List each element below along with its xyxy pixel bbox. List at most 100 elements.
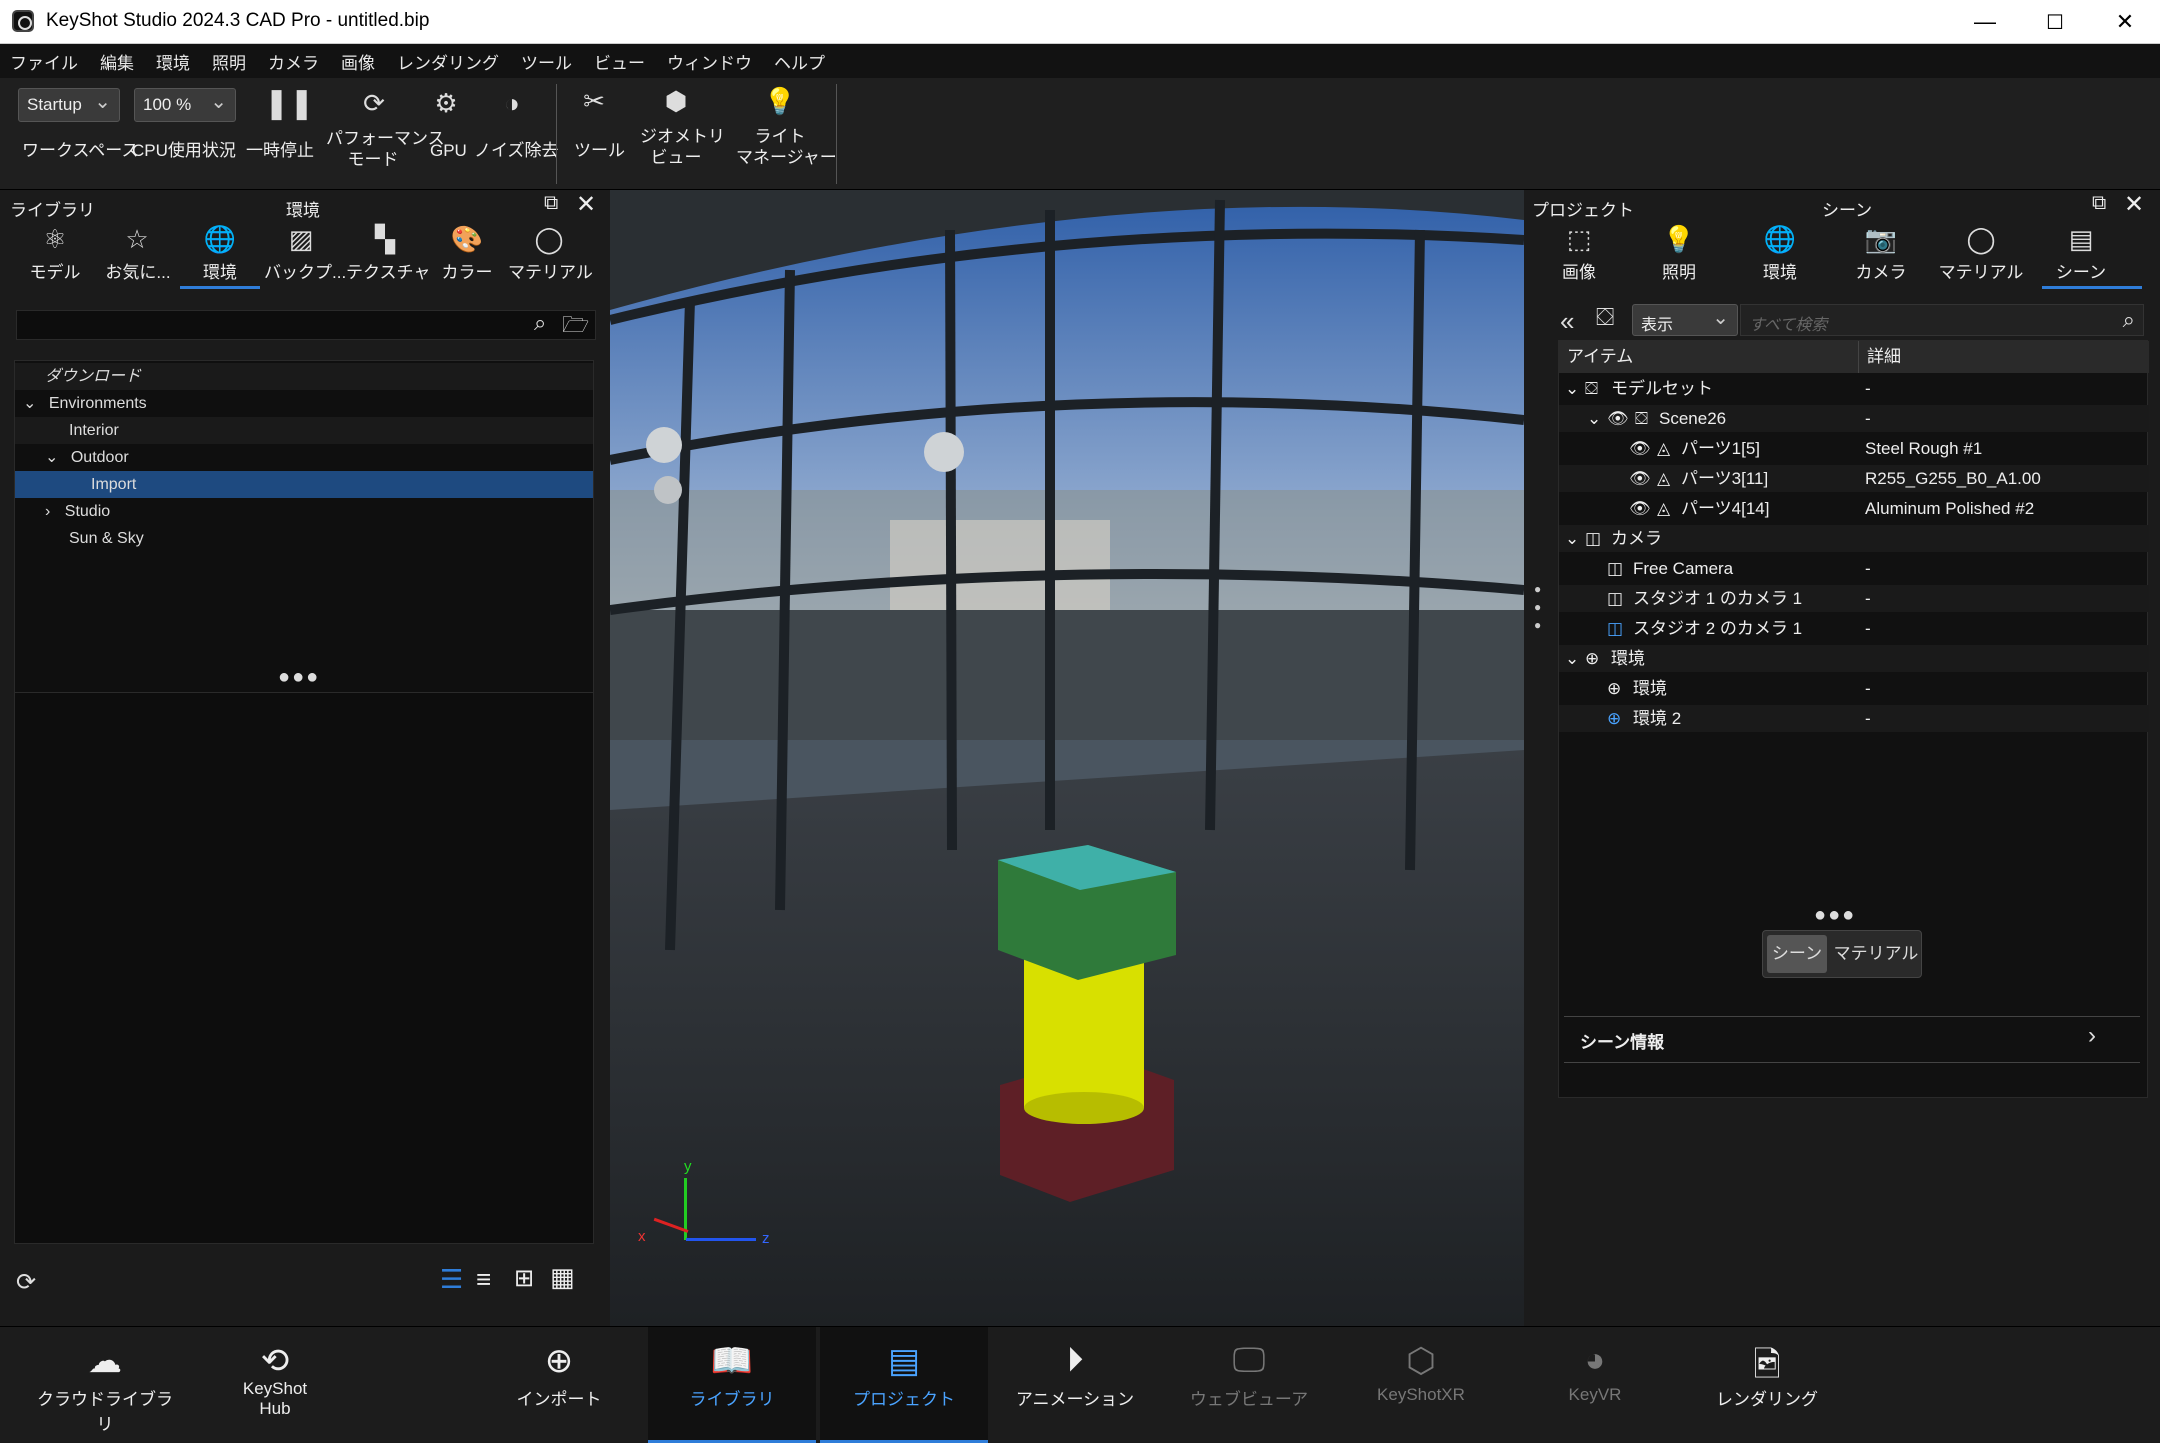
menu-lighting[interactable]: 照明 [212,49,246,74]
keyvr-button[interactable]: ◕ KeyVR [1520,1327,1670,1443]
environment-globe-icon[interactable]: 🌐 [1745,224,1815,255]
keyshotxr-button[interactable]: ⬡ KeyShotXR [1346,1327,1496,1443]
scene-row-studio2-camera[interactable]: ◫ スタジオ 2 のカメラ 1 - [1559,615,2149,642]
tools-icon[interactable]: ✂ [576,86,612,117]
light-manager-icon[interactable]: 💡 [762,86,798,117]
geometry-view-label[interactable]: ジオメトリ ビュー [640,126,725,168]
scene-row-scene26[interactable]: ⌄ 👁 ⛋ Scene26 - [1559,405,2149,432]
model-set-icon[interactable]: ⛋ [1596,304,1614,332]
scene-search-input[interactable]: すべて検索 ⌕ [1740,304,2144,336]
chevron-down-icon[interactable]: ⌄ [1565,375,1579,402]
menu-render[interactable]: レンダリング [397,49,499,74]
scene-row-studio1-camera[interactable]: ◫ スタジオ 1 のカメラ 1 - [1559,585,2149,612]
tab-lighting[interactable]: 照明 [1644,258,1714,283]
material-icon[interactable]: ◯ [1946,224,2016,255]
pause-icon[interactable]: ❚❚ [264,86,314,121]
performance-mode-icon[interactable]: ⟳ [356,88,392,119]
pause-label[interactable]: 一時停止 [246,140,314,161]
tree-item-interior[interactable]: Interior [15,417,593,444]
project-button[interactable]: ▤ プロジェクト [820,1327,988,1443]
favorites-star-icon[interactable]: ☆ [102,224,172,255]
texture-icon[interactable]: ▚ [350,224,420,255]
minimize-button[interactable]: — [1950,0,2020,44]
scene-row-part3[interactable]: 👁 ◬ パーツ3[11] R255_G255_B0_A1.00 [1559,465,2149,492]
gpu-chip-icon[interactable]: ⚙ [428,88,464,119]
chevron-down-icon[interactable]: ⌄ [1587,405,1601,432]
tab-backplate[interactable]: バックプ... [264,258,346,283]
splitter-handle[interactable]: ●●● [278,666,320,689]
menu-view[interactable]: ビュー [594,49,645,74]
eye-visibility-icon[interactable]: 👁 [1629,495,1651,522]
column-header-item[interactable]: アイテム [1559,341,1859,373]
import-button[interactable]: ⊕ インポート [484,1327,634,1443]
list-view-icon[interactable]: ☰ [440,1264,463,1295]
refresh-icon[interactable]: ⟳ [16,1268,36,1297]
library-button[interactable]: 📖 ライブラリ [648,1327,816,1443]
search-icon[interactable]: ⌕ [534,310,546,336]
scene-row-environments[interactable]: ⌄ ⊕ 環境 [1559,645,2149,672]
performance-mode-label[interactable]: パフォーマンス モード [326,128,445,170]
undock-icon[interactable]: ⧉ [544,192,558,215]
menu-tools[interactable]: ツール [521,49,572,74]
tree-item-sun-sky[interactable]: Sun & Sky [15,525,593,552]
tab-image[interactable]: 画像 [1544,258,1614,283]
color-palette-icon[interactable]: 🎨 [432,224,502,255]
search-icon[interactable]: ⌕ [2123,307,2135,333]
scene-row-cameras[interactable]: ⌄ ◫ カメラ [1559,525,2149,552]
menu-file[interactable]: ファイル [10,49,78,74]
gpu-label[interactable]: GPU [430,140,467,161]
denoise-icon[interactable]: ◑ [494,88,530,119]
workspace-select[interactable]: Startup [18,88,120,122]
web-viewer-button[interactable]: 🖵 ウェブビューア [1174,1327,1324,1443]
geometry-view-icon[interactable]: ⬢ [658,86,694,117]
tab-material[interactable]: マテリアル [508,258,593,283]
menu-environment[interactable]: 環境 [156,49,190,74]
scene-row-part4[interactable]: 👁 ◬ パーツ4[14] Aluminum Polished #2 [1559,495,2149,522]
backplate-image-icon[interactable]: ▨ [266,224,336,255]
scene-row-part1[interactable]: 👁 ◬ パーツ1[5] Steel Rough #1 [1559,435,2149,462]
large-grid-icon[interactable]: ▦ [550,1262,575,1293]
animation-button[interactable]: ⏵ アニメーション [1000,1327,1150,1443]
display-filter-select[interactable]: 表示 [1632,304,1738,336]
chevron-right-icon[interactable]: › [2088,1022,2096,1050]
image-tab-icon[interactable]: ⬚ [1544,224,1614,255]
chevron-down-icon[interactable]: ⌄ [1565,525,1579,552]
tab-environment[interactable]: 環境 [1745,258,1815,283]
scene-row-environment-2[interactable]: ⊕ 環境 2 - [1559,705,2149,732]
tab-scene[interactable]: シーン [2046,258,2116,283]
column-header-detail[interactable]: 詳細 [1859,341,2149,373]
menu-edit[interactable]: 編集 [100,49,134,74]
splitter-handle[interactable]: ●●● [1814,904,1856,927]
tree-item-import[interactable]: Import [15,471,593,498]
tab-material[interactable]: マテリアル [1938,258,2024,283]
detail-list-icon[interactable]: ≡ [476,1264,491,1295]
environment-globe-icon[interactable]: 🌐 [185,224,255,255]
scene-row-environment[interactable]: ⊕ 環境 - [1559,675,2149,702]
render-button[interactable]: 🖻 レンダリング [1692,1327,1842,1443]
menu-image[interactable]: 画像 [341,49,375,74]
lighting-bulb-icon[interactable]: 💡 [1644,224,1714,255]
undock-icon[interactable]: ⧉ [2092,192,2106,215]
tab-camera[interactable]: カメラ [1846,258,1916,283]
scene-list-icon[interactable]: ▤ [2046,224,2116,255]
cloud-library-button[interactable]: ☁ クラウドライブラリ [30,1327,180,1443]
menu-window[interactable]: ウィンドウ [667,49,752,74]
light-manager-label[interactable]: ライト マネージャー [736,126,837,168]
open-folder-icon[interactable]: 🗁 [562,308,589,346]
denoise-label[interactable]: ノイズ除去 [474,140,559,161]
material-icon[interactable]: ◯ [514,224,584,255]
tab-environment[interactable]: 環境 [185,258,255,283]
scene-info-label[interactable]: シーン情報 [1580,1028,1664,1053]
scene-row-free-camera[interactable]: ◫ Free Camera - [1559,555,2149,582]
library-search-input[interactable] [16,310,596,340]
menu-camera[interactable]: カメラ [268,49,319,74]
tree-item-environments[interactable]: ⌄ Environments [15,390,593,417]
tree-item-outdoor[interactable]: ⌄ Outdoor [15,444,593,471]
tree-item-download[interactable]: ダウンロード [15,363,593,390]
tab-texture[interactable]: テクスチャ [346,258,430,283]
chevron-right-icon[interactable]: › [45,503,50,520]
keyshot-hub-button[interactable]: ⟲ KeyShot Hub [200,1327,350,1443]
menu-help[interactable]: ヘルプ [774,49,825,74]
chevron-down-icon[interactable]: ⌄ [1565,645,1579,672]
tab-color[interactable]: カラー [432,258,502,283]
